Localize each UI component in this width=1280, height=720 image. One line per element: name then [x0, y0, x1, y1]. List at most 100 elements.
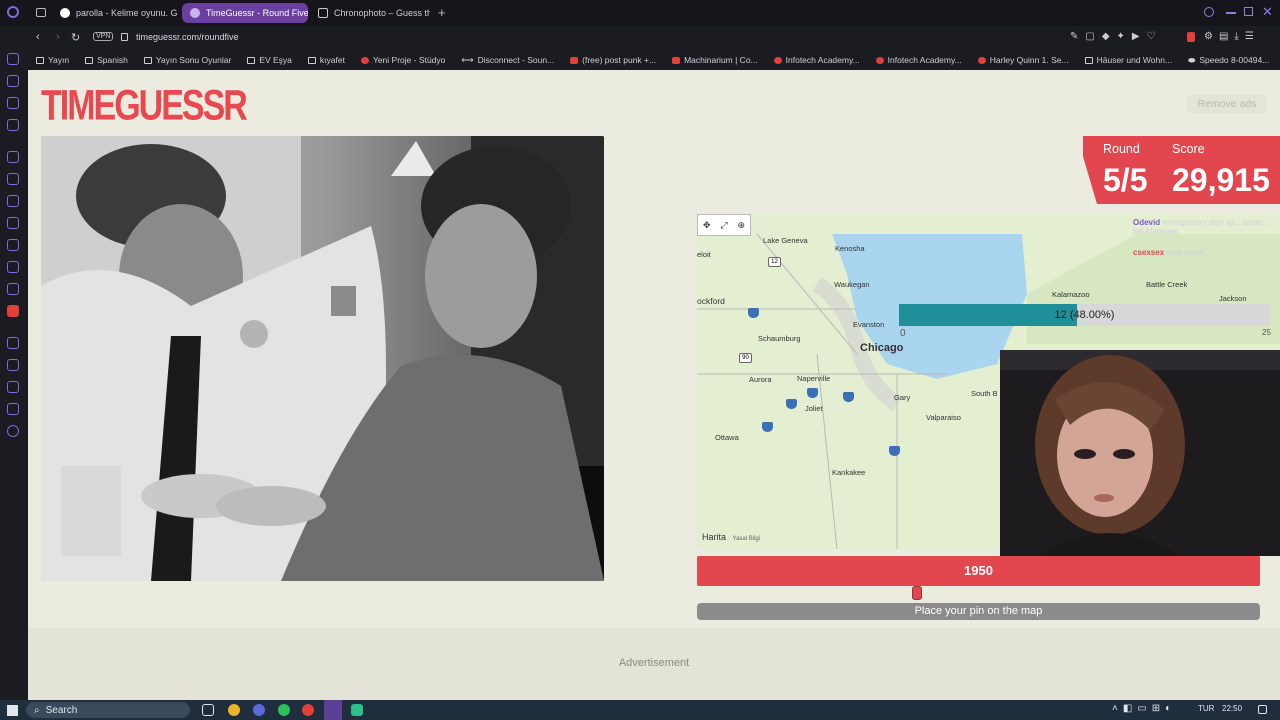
round-photo — [41, 136, 604, 581]
folder-icon — [247, 56, 256, 64]
remove-ads-button[interactable]: Remove ads — [1187, 95, 1267, 113]
app-icon[interactable] — [351, 704, 363, 716]
timeguessr-page: TIMEGUESSR Remove ads Round Score 5/5 29… — [28, 70, 1280, 700]
spotify-icon[interactable] — [278, 704, 290, 716]
map-label: South B — [971, 389, 998, 398]
sidebar-app-icon[interactable] — [7, 337, 19, 349]
sidebar-app-icon[interactable] — [7, 359, 19, 371]
recorder-icon[interactable] — [302, 704, 314, 716]
reload-icon[interactable]: ↻ — [71, 31, 80, 44]
sidebar-app-icon[interactable] — [7, 381, 19, 393]
bookmark-item[interactable]: ⟷ Disconnect - Soun... — [453, 55, 562, 66]
round-label: Round — [1103, 142, 1140, 156]
map-label: eloit — [697, 250, 711, 259]
interstate-shield-icon — [807, 388, 818, 398]
bookmark-item[interactable]: Yayın — [28, 55, 77, 65]
bookmark-item[interactable]: Yayın Sonu Oyunlar — [136, 55, 239, 65]
advertisement-label: Advertisement — [618, 657, 690, 669]
sidebar-app-icon[interactable] — [7, 195, 19, 207]
bookmark-item[interactable]: (free) post punk +... — [562, 55, 664, 65]
search-tabs-icon[interactable] — [1204, 7, 1214, 17]
timeguessr-favicon-icon — [190, 8, 200, 18]
secure-lock-icon — [121, 33, 128, 41]
bookmark-item[interactable]: Spanish — [77, 55, 136, 65]
sidebar-app-icon[interactable] — [7, 305, 19, 317]
chat-user: csexsex — [1133, 248, 1165, 257]
red-icon — [773, 56, 782, 64]
site-logo[interactable]: TIMEGUESSR — [41, 82, 248, 131]
map-label: Naperville — [797, 374, 831, 383]
bookmark-item[interactable]: Infotech Academy... — [766, 55, 868, 65]
map-label: Lake Geneva — [763, 236, 808, 245]
browser-taskbar-icon[interactable] — [324, 700, 342, 720]
tab-menu-icon[interactable] — [36, 8, 46, 17]
settings-icon[interactable] — [7, 425, 19, 437]
map-label: Schaumburg — [758, 334, 801, 343]
bookmark-item[interactable]: EV Eşya — [239, 55, 300, 65]
bookmark-item[interactable]: Häuser und Wohn... — [1077, 55, 1180, 65]
bookmark-item[interactable]: ⬬ Speedo 8-00494... — [1180, 55, 1277, 66]
close-window-icon[interactable]: ✕ — [1262, 4, 1273, 20]
bookmark-item[interactable]: Infotech Academy... — [868, 55, 970, 65]
sidebar-app-icon[interactable] — [7, 403, 19, 415]
folder-icon — [85, 56, 94, 64]
pan-tool-icon[interactable]: ✥ — [703, 220, 711, 231]
forward-icon[interactable]: › — [56, 31, 60, 43]
toolbar-icons[interactable]: ⚙▤⤓☰ — [1204, 31, 1260, 42]
historical-photo-image — [41, 136, 604, 581]
map-label: ockford — [697, 296, 725, 306]
bookmark-item[interactable]: kıyafet — [300, 55, 353, 65]
poll-axis-end: 25 — [1262, 328, 1271, 337]
bookmark-item[interactable]: Machinarium | Co... — [664, 55, 766, 65]
red-extension-icon[interactable] — [1187, 32, 1195, 42]
notification-icon[interactable] — [1258, 705, 1267, 714]
year-slider-track[interactable] — [697, 592, 1260, 594]
minimize-icon[interactable] — [1226, 12, 1236, 14]
tab-parolla[interactable]: parolla - Kelime oyunu. G — [52, 3, 202, 23]
sidebar-app-icon[interactable] — [7, 75, 19, 87]
expand-map-icon[interactable]: ⤢ — [720, 220, 727, 231]
sidebar-app-icon[interactable] — [7, 119, 19, 131]
maximize-icon[interactable] — [1244, 7, 1253, 16]
start-icon[interactable] — [7, 705, 18, 716]
year-slider-thumb[interactable] — [911, 586, 922, 600]
youtube-icon — [570, 56, 579, 64]
taskbar-search[interactable]: ⌕ Search — [26, 702, 190, 718]
sidebar-app-icon[interactable] — [7, 151, 19, 163]
sidebar-app-icon[interactable] — [7, 217, 19, 229]
place-pin-button[interactable]: Place your pin on the map — [697, 603, 1260, 620]
sidebar-app-icon[interactable] — [7, 53, 19, 65]
url-field[interactable]: timeguessr.com/roundfive — [136, 32, 239, 42]
year-display: 1950 — [697, 556, 1260, 586]
browser-logo-icon[interactable] — [7, 6, 19, 18]
bookmark-item[interactable]: Harley Quinn 1. Se... — [970, 55, 1077, 65]
new-tab-icon[interactable]: + — [438, 5, 446, 20]
folder-icon — [307, 56, 316, 64]
chrome-icon[interactable] — [228, 704, 240, 716]
sidebar-app-icon[interactable] — [7, 261, 19, 273]
folder-icon — [36, 56, 44, 64]
map-label: Joliet — [805, 404, 823, 413]
link-icon: ⬬ — [1188, 54, 1196, 65]
back-icon[interactable]: ‹ — [36, 31, 40, 43]
chat-message: csexsex rosa parks... — [1133, 248, 1280, 257]
bookmark-item[interactable]: Yeni Proje - Stüdyo — [353, 55, 453, 65]
extension-icons[interactable]: ✎▢◆✦▶♡ — [1070, 31, 1163, 42]
sidebar-app-icon[interactable] — [7, 173, 19, 185]
tab-chronophoto[interactable]: Chronophoto – Guess the — [310, 3, 430, 23]
sidebar-app-icon[interactable] — [7, 283, 19, 295]
pin-map-icon[interactable]: ⊕ — [737, 220, 745, 231]
system-tray-icons[interactable]: ˄◧▭⊞◐ — [1112, 703, 1176, 714]
browser-tab-bar: parolla - Kelime oyunu. G TimeGuessr - R… — [0, 0, 1280, 26]
task-view-icon[interactable] — [202, 704, 214, 716]
sidebar-app-icon[interactable] — [7, 239, 19, 251]
vpn-badge[interactable]: VPN — [93, 32, 114, 41]
search-icon: ⌕ — [34, 704, 40, 716]
language-indicator[interactable]: TUR — [1198, 704, 1214, 713]
tab-timeguessr[interactable]: TimeGuessr - Round Five — [182, 3, 308, 23]
webcam-overlay — [1000, 350, 1280, 556]
clock[interactable]: 22:50 — [1222, 704, 1242, 713]
discord-icon[interactable] — [253, 704, 265, 716]
route-shield: 90 — [739, 353, 752, 363]
sidebar-app-icon[interactable] — [7, 97, 19, 109]
